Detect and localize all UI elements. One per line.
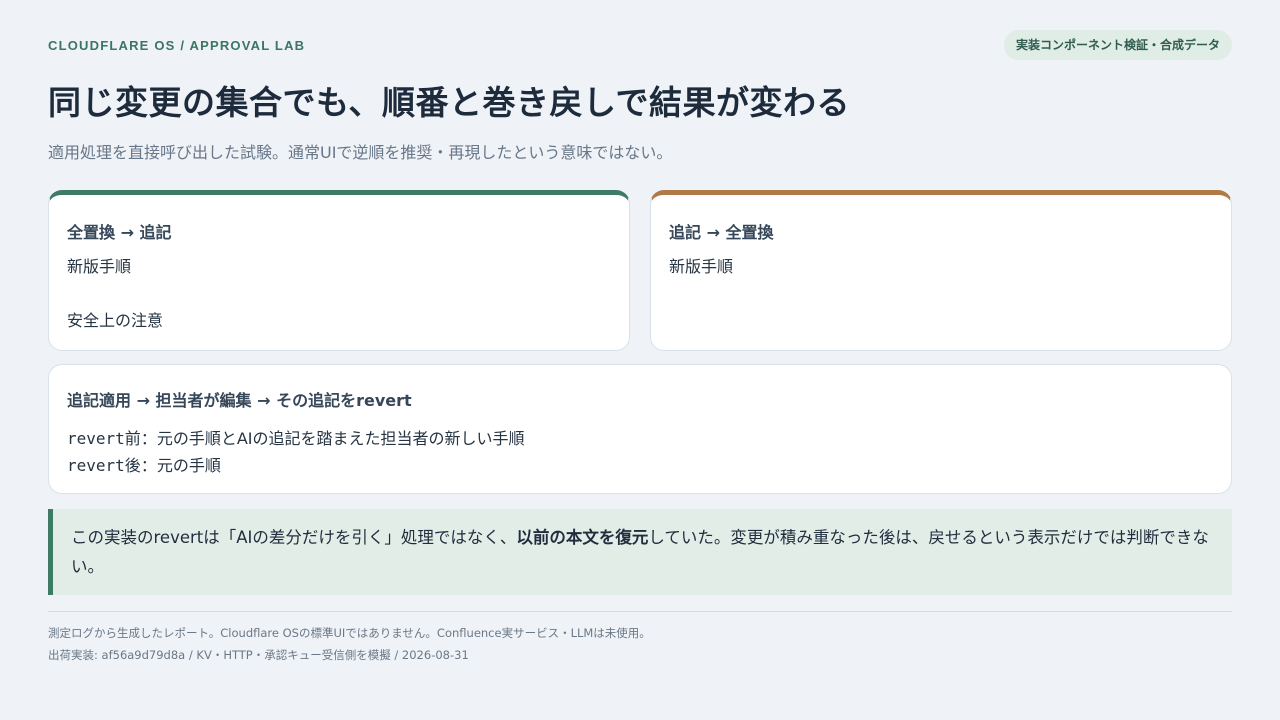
card-line: 新版手順 <box>67 257 132 276</box>
revert-after-code: revert後 <box>67 456 141 475</box>
report-page: CLOUDFLARE OS / APPROVAL LAB 実装コンポーネント検証… <box>48 0 1232 720</box>
page-subtitle: 適用処理を直接呼び出した試験。通常UIで逆順を推奨・再現したという意味ではない。 <box>48 143 673 162</box>
card-heading: 追記 → 全置換 <box>669 223 774 242</box>
result-card-revert: 追記適用 → 担当者が編集 → その追記をrevert revert前：元の手順… <box>48 364 1232 494</box>
footer-divider <box>48 611 1232 612</box>
result-card-replace-then-append: 全置換 → 追記 新版手順 安全上の注意 <box>48 190 630 351</box>
eyebrow-label: CLOUDFLARE OS / APPROVAL LAB <box>48 38 306 53</box>
page-title: 同じ変更の集合でも、順番と巻き戻しで結果が変わる <box>48 83 851 122</box>
callout-text-bold: 以前の本文を復元 <box>516 528 649 547</box>
revert-after-text: ：元の手順 <box>140 456 221 475</box>
conclusion-callout: この実装のrevertは「AIの差分だけを引く」処理ではなく、以前の本文を復元し… <box>48 509 1232 595</box>
revert-before-text: ：元の手順とAIの追記を踏まえた担当者の新しい手順 <box>140 429 525 448</box>
card-line: 安全上の注意 <box>67 311 164 330</box>
card-heading: 追記適用 → 担当者が編集 → その追記をrevert <box>67 391 412 410</box>
revert-before-code: revert前 <box>67 429 141 448</box>
callout-text-pre: この実装のrevertは「AIの差分だけを引く」処理ではなく、 <box>71 528 517 547</box>
card-line: 新版手順 <box>669 257 734 276</box>
revert-after-line: revert後：元の手順 <box>67 452 1213 479</box>
result-card-append-then-replace: 追記 → 全置換 新版手順 <box>650 190 1232 351</box>
footer-build-info: 出荷実装: af56a9d79d8a / KV・HTTP・承認キュー受信側を模擬… <box>48 648 469 662</box>
revert-before-line: revert前：元の手順とAIの追記を踏まえた担当者の新しい手順 <box>67 425 1213 452</box>
report-header: CLOUDFLARE OS / APPROVAL LAB 実装コンポーネント検証… <box>48 30 1232 60</box>
footer-note: 測定ログから生成したレポート。Cloudflare OSの標準UIではありません… <box>48 626 651 640</box>
card-heading: 全置換 → 追記 <box>67 223 172 242</box>
status-badge: 実装コンポーネント検証・合成データ <box>1003 30 1232 60</box>
